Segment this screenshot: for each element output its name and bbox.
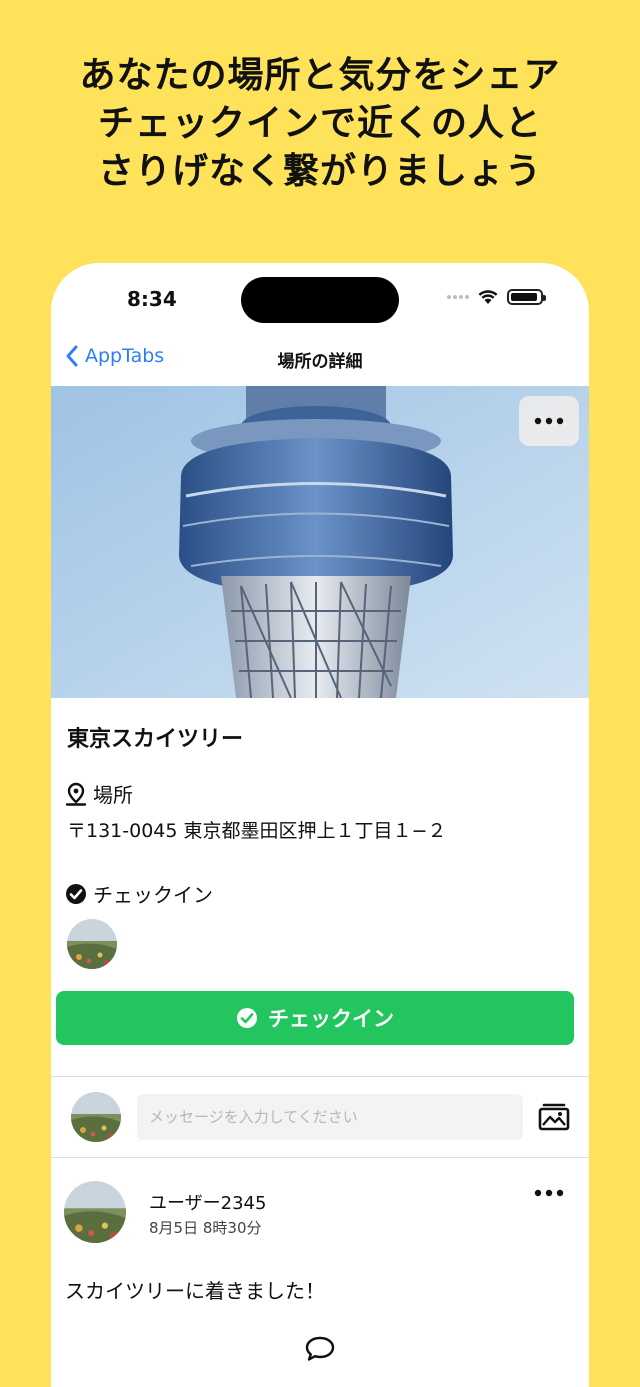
place-name: 東京スカイツリー bbox=[67, 727, 244, 752]
status-time: 8:34 bbox=[127, 287, 177, 311]
check-circle-icon bbox=[66, 883, 86, 904]
place-address: 〒131-0045 東京都墨田区押上１丁目１−２ bbox=[67, 820, 447, 842]
composer-avatar bbox=[71, 1092, 121, 1142]
post-timestamp: 8月5日 8時30分 bbox=[149, 1219, 262, 1237]
avatar-photo bbox=[67, 919, 117, 969]
promo-line-2: チェックインで近くの人と bbox=[97, 103, 542, 144]
checkin-section-label: チェックイン bbox=[93, 883, 213, 907]
signal-icon bbox=[447, 295, 469, 299]
avatar-photo bbox=[64, 1181, 126, 1243]
location-label: 場所 bbox=[93, 783, 133, 807]
navigation-bar: AppTabs 場所の詳細 bbox=[51, 338, 589, 386]
location-row: 場所 bbox=[65, 779, 133, 808]
promo-headline: あなたの場所と気分をシェア チェックインで近くの人と さりげなく繋がりましょう bbox=[0, 52, 640, 196]
post-author-avatar[interactable] bbox=[64, 1181, 126, 1243]
ellipsis-icon bbox=[534, 1189, 564, 1197]
dynamic-island bbox=[241, 277, 399, 323]
divider bbox=[51, 1076, 589, 1077]
speech-bubble-icon bbox=[305, 1336, 335, 1361]
status-bar: 8:34 bbox=[51, 263, 589, 338]
status-icons bbox=[447, 289, 546, 305]
photo-more-button[interactable] bbox=[519, 396, 579, 446]
post-body: スカイツリーに着きました！ bbox=[65, 1279, 325, 1303]
check-circle-icon bbox=[237, 1008, 257, 1028]
avatar-photo bbox=[71, 1092, 121, 1142]
post-more-button[interactable] bbox=[529, 1181, 569, 1205]
place-photo[interactable] bbox=[51, 386, 589, 698]
message-input[interactable] bbox=[137, 1094, 523, 1140]
promo-line-1: あなたの場所と気分をシェア bbox=[79, 55, 561, 96]
skytree-photo bbox=[51, 386, 589, 698]
checkin-button[interactable]: チェックイン bbox=[56, 991, 574, 1045]
avatar[interactable] bbox=[67, 919, 117, 969]
battery-icon bbox=[507, 289, 546, 305]
phone-screen: 8:34 AppTabs 場所の詳細 東京スカイツリー 場所 〒131-0045… bbox=[51, 263, 589, 1387]
wifi-icon bbox=[478, 290, 498, 304]
page-title: 場所の詳細 bbox=[277, 352, 363, 372]
post-author-name[interactable]: ユーザー2345 bbox=[149, 1189, 266, 1215]
checkin-button-label: チェックイン bbox=[268, 1007, 394, 1031]
map-pin-icon bbox=[65, 782, 87, 806]
checkin-section-header: チェックイン bbox=[65, 879, 213, 908]
photo-icon bbox=[538, 1103, 570, 1131]
ellipsis-icon bbox=[534, 417, 564, 425]
divider bbox=[51, 1157, 589, 1158]
comment-button[interactable] bbox=[304, 1334, 336, 1364]
attach-photo-button[interactable] bbox=[537, 1099, 571, 1133]
promo-line-3: さりげなく繋がりましょう bbox=[97, 151, 542, 192]
